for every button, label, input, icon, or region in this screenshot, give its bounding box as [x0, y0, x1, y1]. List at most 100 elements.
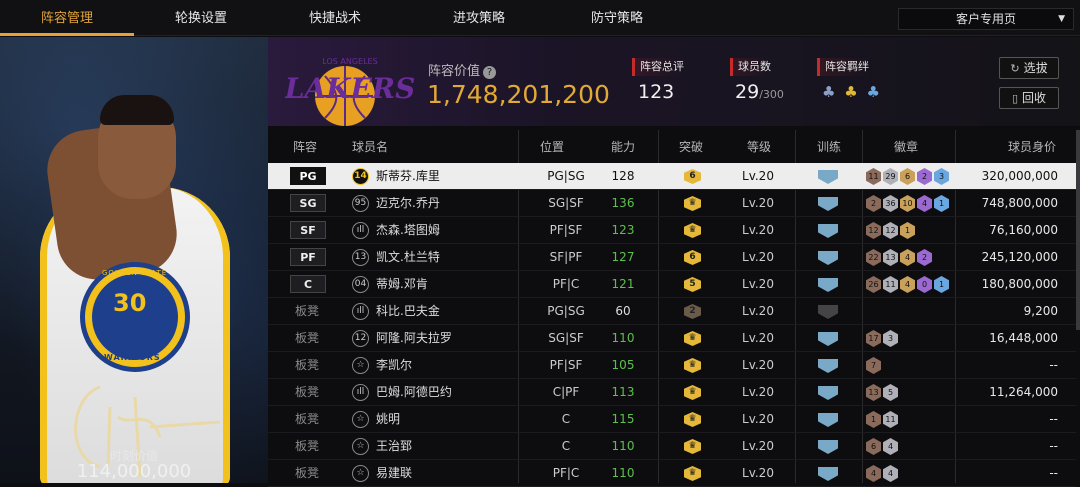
- team-logo-inner: [92, 274, 178, 360]
- header-slot[interactable]: 阵容: [293, 138, 317, 155]
- training-icon[interactable]: [818, 359, 838, 373]
- table-row[interactable]: C 04 蒂姆.邓肯 PF|C 121 5 Lv.20 26 11 4 0 1 180,800,000: [268, 271, 1076, 298]
- player-ability: 105: [611, 358, 635, 372]
- player-count-label: 球员数: [730, 58, 771, 76]
- player-value: 748,800,000: [981, 196, 1058, 210]
- header-level[interactable]: 等级: [747, 138, 771, 155]
- header-player-value[interactable]: 球员身价: [1008, 138, 1056, 155]
- breakthrough-icon: 5: [684, 277, 701, 292]
- header-training[interactable]: 训练: [817, 138, 841, 155]
- slot-badge[interactable]: PF: [290, 248, 326, 266]
- badge-list: 11 29 6 2 3: [866, 168, 951, 186]
- training-icon[interactable]: [818, 413, 838, 427]
- player-position: C: [561, 412, 571, 426]
- badge-icon: 13: [883, 249, 898, 266]
- player-name[interactable]: 科比.巴夫金: [376, 298, 440, 325]
- player-position: PF|C: [552, 277, 580, 291]
- slot-badge[interactable]: PG: [290, 167, 326, 185]
- select-button[interactable]: ↻ 选拔: [999, 57, 1059, 79]
- training-icon[interactable]: [818, 278, 838, 292]
- training-icon[interactable]: [818, 224, 838, 238]
- tab-offense-strategy[interactable]: 进攻策略: [412, 0, 546, 36]
- badge-icon: 12: [866, 222, 881, 239]
- player-portrait: GOLDEN STATE 30 WARRIORS 时刻价值 114,000,00…: [0, 37, 268, 483]
- bench-label: 板凳: [295, 439, 320, 453]
- player-name[interactable]: 凯文.杜兰特: [376, 244, 440, 271]
- recycle-button[interactable]: ▯ 回收: [999, 87, 1059, 109]
- header-player-name[interactable]: 球员名: [352, 138, 388, 155]
- player-name[interactable]: 迈克尔.乔丹: [376, 190, 440, 217]
- header-position[interactable]: 位置: [540, 138, 564, 155]
- player-name[interactable]: 巴姆.阿德巴约: [376, 379, 452, 406]
- training-icon[interactable]: [818, 332, 838, 346]
- tab-defense-strategy[interactable]: 防守策略: [550, 0, 684, 36]
- badge-icon: 17: [866, 330, 881, 347]
- table-row[interactable]: 板凳 ☆ 姚明 C 115 ♛ Lv.20 1 11 --: [268, 406, 1076, 433]
- badge-icon: 4: [900, 276, 915, 293]
- badge-icon: 13: [866, 384, 881, 401]
- table-row[interactable]: 板凳 ☆ 李凯尔 PF|SF 105 ♛ Lv.20 7 --: [268, 352, 1076, 379]
- team-value: 1,748,201,200: [427, 80, 610, 109]
- chevron-down-icon: ▼: [1058, 14, 1065, 24]
- training-icon[interactable]: [818, 440, 838, 454]
- player-name[interactable]: 王治郅: [376, 433, 412, 460]
- training-icon[interactable]: [818, 467, 838, 481]
- table-row[interactable]: 板凳 ıll 巴姆.阿德巴约 C|PF 113 ♛ Lv.20 13 5 11,264,000: [268, 379, 1076, 406]
- training-icon[interactable]: [818, 170, 838, 184]
- chemistry-icons[interactable]: ♣ ♣ ♣: [822, 83, 884, 101]
- table-row[interactable]: SF ıll 杰森.塔图姆 PF|SF 123 ♛ Lv.20 12 12 1 76,160,000: [268, 217, 1076, 244]
- header-breakthrough[interactable]: 突破: [679, 138, 703, 155]
- player-name[interactable]: 阿隆.阿夫拉罗: [376, 325, 452, 352]
- group-blue-icon[interactable]: ♣: [866, 83, 879, 101]
- group-gold-icon[interactable]: ♣: [844, 83, 857, 101]
- table-row[interactable]: PF 13 凯文.杜兰特 SF|PF 127 6 Lv.20 22 13 4 2 245,120,00…: [268, 244, 1076, 271]
- dropdown-label: 客户专用页: [955, 12, 1016, 26]
- help-icon[interactable]: ?: [483, 66, 497, 79]
- header-badges[interactable]: 徽章: [894, 138, 918, 155]
- slot-badge[interactable]: SG: [290, 194, 326, 212]
- breakthrough-icon: 2: [684, 304, 701, 319]
- player-ability: 113: [611, 385, 635, 399]
- refresh-icon: ↻: [1010, 62, 1020, 75]
- player-ability: 128: [611, 169, 635, 183]
- player-value: 16,448,000: [989, 331, 1058, 345]
- header-ability[interactable]: 能力: [611, 138, 635, 155]
- player-level: Lv.20: [742, 196, 774, 210]
- player-value: 245,120,000: [981, 250, 1058, 264]
- tab-rotation-settings[interactable]: 轮换设置: [134, 0, 268, 36]
- jersey-team-top: GOLDEN STATE: [102, 269, 168, 277]
- player-name[interactable]: 姚明: [376, 406, 400, 433]
- table-row[interactable]: 板凳 ☆ 王治郅 C 110 ♛ Lv.20 6 4 --: [268, 433, 1076, 460]
- table-row[interactable]: PG 14 斯蒂芬.库里 PG|SG 128 6 Lv.20 11 29 6 2 3 320,000,0…: [268, 163, 1076, 190]
- player-name[interactable]: 蒂姆.邓肯: [376, 271, 428, 298]
- player-name[interactable]: 杰森.塔图姆: [376, 217, 440, 244]
- badge-icon: 4: [900, 249, 915, 266]
- player-name[interactable]: 斯蒂芬.库里: [376, 163, 440, 190]
- player-position: PF|SF: [549, 358, 583, 372]
- player-value: 320,000,000: [981, 169, 1058, 183]
- table-row[interactable]: 板凳 12 阿隆.阿夫拉罗 SG|SF 110 ♛ Lv.20 17 3 16,448,000: [268, 325, 1076, 352]
- player-name[interactable]: 李凯尔: [376, 352, 412, 379]
- slot-badge[interactable]: SF: [290, 221, 326, 239]
- training-icon[interactable]: [818, 305, 838, 319]
- table-row[interactable]: 板凳 ıll 科比.巴夫金 PG|SG 60 2 Lv.20 9,200: [268, 298, 1076, 325]
- table-row[interactable]: SG 95 迈克尔.乔丹 SG|SF 136 ♛ Lv.20 2 36 10 4 1 748,800,0…: [268, 190, 1076, 217]
- training-icon[interactable]: [818, 197, 838, 211]
- training-icon[interactable]: [818, 386, 838, 400]
- group-icon[interactable]: ♣: [822, 83, 835, 101]
- player-level: Lv.20: [742, 331, 774, 345]
- player-level: Lv.20: [742, 439, 774, 453]
- slot-badge[interactable]: C: [290, 275, 326, 293]
- training-icon[interactable]: [818, 251, 838, 265]
- player-ability: 110: [611, 331, 635, 345]
- badge-list: 22 13 4 2: [866, 249, 934, 267]
- badge-icon: 2: [917, 168, 932, 185]
- tab-lineup-management[interactable]: 阵容管理: [0, 0, 134, 36]
- table-header: 阵容 球员名 位置 能力 突破 等级 训练 徽章 球员身价: [268, 130, 1080, 160]
- badge-icon: 7: [866, 357, 881, 374]
- badge-icon: 22: [866, 249, 881, 266]
- page-select-dropdown[interactable]: 客户专用页 ▼: [898, 8, 1074, 30]
- scrollbar[interactable]: [1076, 130, 1080, 330]
- badge-icon: 4: [866, 465, 881, 482]
- tab-quick-tactics[interactable]: 快捷战术: [268, 0, 402, 36]
